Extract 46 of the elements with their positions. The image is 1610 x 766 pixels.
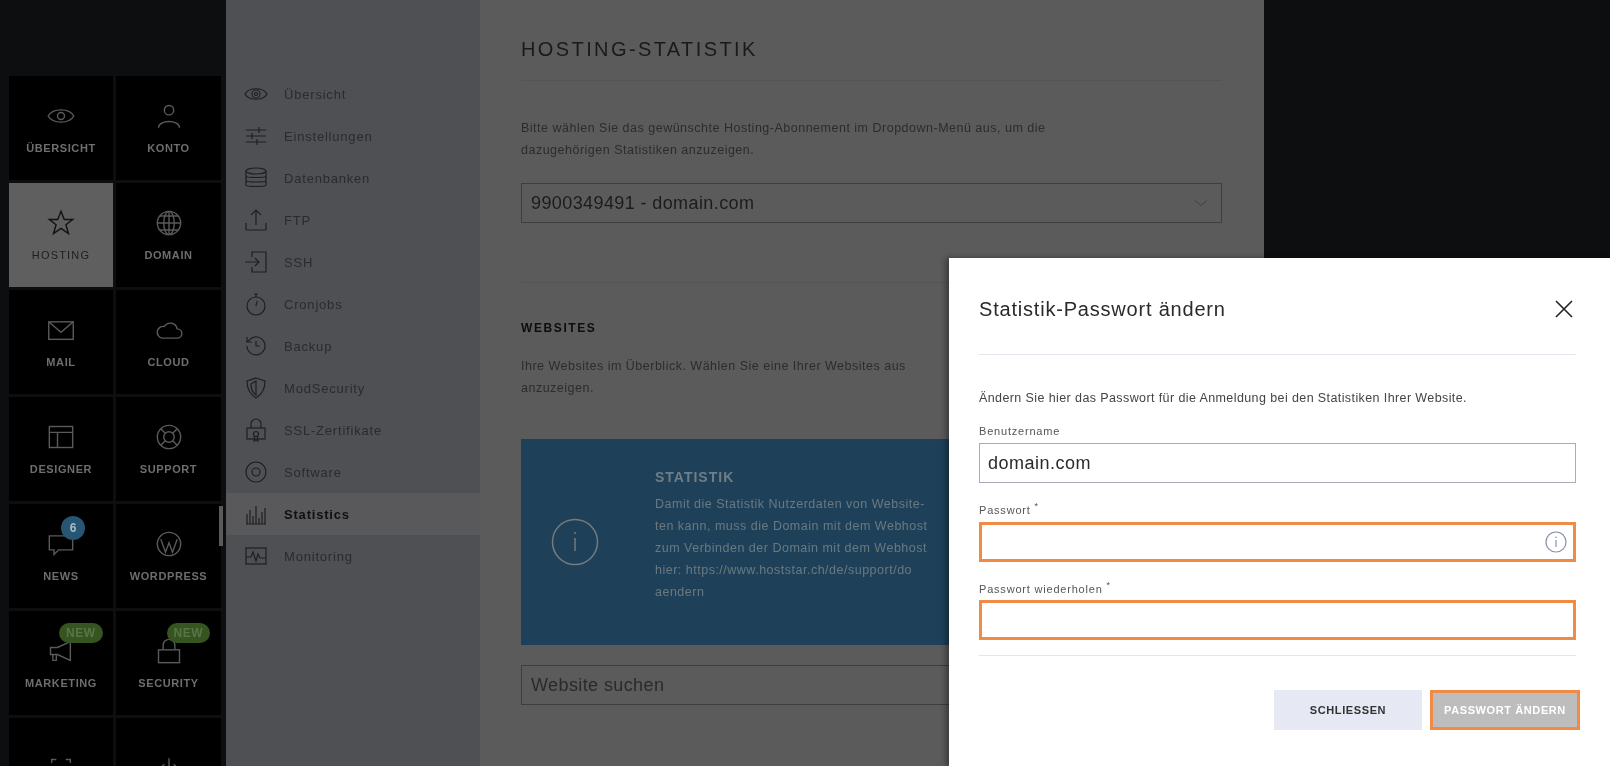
input-field[interactable] [979,600,1576,641]
scrollbar-thumb[interactable] [219,506,223,546]
nav-tile[interactable]: DESIGNER [9,397,113,501]
nav-tile[interactable]: HOSTING [9,183,113,287]
login-icon [244,250,268,274]
subscription-dropdown[interactable]: 9900349491 - domain.com [521,183,1222,223]
field-label: Passwort $^{*}$ [979,501,1040,516]
input-field[interactable] [979,521,1576,562]
info-circle-icon [551,518,599,566]
nav-tile[interactable]: WORDPRESS [116,504,221,608]
input-field[interactable]: domain.com [979,443,1576,483]
star-icon [47,209,75,237]
section-heading: WEBSITES [521,321,598,335]
nav-tile[interactable]: DOMAIN [116,183,221,287]
nav-tile[interactable]: SUPPORT [116,397,221,501]
page-title: HOSTING-STATISTIK [521,38,759,62]
shield-icon [244,376,268,400]
nav-tile[interactable]: MAIL [9,290,113,394]
dialog-title: Statistik-Passwort ändern [979,297,1226,321]
history-icon [244,334,268,358]
lifebuoy-icon [154,423,183,451]
sliders-icon [244,124,268,148]
info-icon[interactable] [1545,530,1567,553]
lock-certificate-icon [244,418,268,442]
globe-icon [154,209,183,237]
close-dialog-button[interactable]: SCHLIESSEN [1274,690,1422,731]
nav-tile[interactable]: ÜBERSICHT [9,76,113,180]
layout-icon [47,423,75,451]
count-badge: 6 [61,516,85,540]
field-label: Passwort wiederholen $^{*}$ [979,579,1112,595]
upload-icon [244,208,268,232]
sidebar-item[interactable]: Statistics [226,493,480,535]
nav-tile[interactable]: CLOUD [116,290,221,394]
nav-tile[interactable]: KONTO [116,76,221,180]
wordpress-icon [154,530,183,558]
change-password-button[interactable]: PASSWORT ÄNDERN [1430,690,1580,731]
close-button[interactable] [1555,300,1573,318]
pulse-monitor-icon [244,544,268,568]
database-icon [244,166,268,190]
stopwatch-icon [244,292,268,316]
dialog-description: Ändern Sie hier das Passwort für die Anmeldung bei den Statistiken Ihrer Website. [979,391,1468,405]
field-label: Benutzername [979,425,1062,437]
notice-text: Damit die Statistik Nutzerdaten von Website- ten kann, muss die Domain mit dem Webhost zum Verbinden der Domain mit dem Webhost hier: https://www.hoststar.ch/de/support/do aendern [655,496,928,601]
nav-tile[interactable]: 6 NEWS [9,504,113,608]
disc-icon [244,460,268,484]
notice-title: STATISTIK [655,469,736,485]
